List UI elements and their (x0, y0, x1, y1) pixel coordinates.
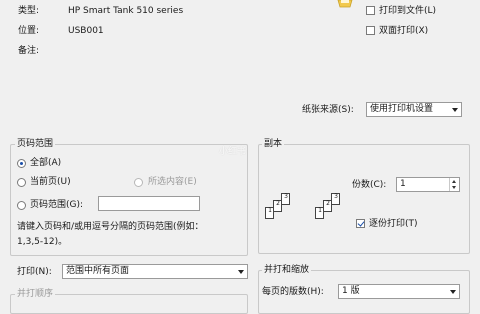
print-to-file-label: 打印到文件(L) (379, 6, 437, 16)
chevron-down-icon (449, 103, 461, 116)
print-order-title: 并打顺序 (15, 288, 56, 300)
collate-page-icon: 1 (315, 207, 324, 219)
printer-type-label: 类型: (18, 6, 40, 16)
collate-page-icon: 3 (331, 193, 340, 205)
printer-location-label: 位置: (18, 26, 40, 36)
page-range-hint-line1: 请键入页码和/或用逗号分隔的页码范围(例如： (17, 222, 204, 232)
page-range-all-radio[interactable] (17, 159, 26, 168)
printer-comment-label: 备注: (18, 46, 40, 56)
pages-per-sheet-select[interactable]: 1 版 (338, 284, 460, 299)
printer-type-value: HP Smart Tank 510 series (68, 6, 184, 16)
duplex-checkbox[interactable] (366, 26, 375, 35)
copies-count-input[interactable]: 1 (396, 177, 460, 192)
page-range-all-label: 全部(A) (30, 158, 62, 168)
page-range-input[interactable] (98, 196, 200, 211)
printer-location-value: USB001 (68, 26, 104, 36)
page-range-hint-line2: 1,3,5-12)。 (17, 237, 68, 247)
print-what-label: 打印(N): (17, 267, 52, 277)
paper-source-select[interactable]: 使用打印机设置 (366, 102, 462, 117)
watermark: 小红书 (219, 147, 247, 157)
collate-page-icon: 1 (265, 207, 274, 219)
collate-page-icon: 3 (281, 193, 290, 205)
page-range-selection-label: 所选内容(E) (148, 177, 197, 187)
copies-title: 副本 (262, 138, 285, 150)
spinner-arrows-icon[interactable] (449, 178, 459, 191)
page-range-pages-label: 页码范围(G): (30, 200, 84, 210)
zoom-title: 并打和缩放 (262, 264, 312, 276)
page-range-title: 页码范围 (15, 138, 56, 150)
print-to-file-checkbox[interactable] (366, 6, 375, 15)
collate-checkbox[interactable] (356, 219, 365, 228)
pages-per-sheet-label: 每页的版数(H): (262, 287, 324, 297)
page-range-current-radio[interactable] (17, 178, 26, 187)
print-what-select[interactable]: 范围中所有页面 (62, 264, 248, 279)
page-range-current-label: 当前页(U) (30, 177, 71, 187)
copies-count-label: 份数(C): (352, 180, 387, 190)
paper-source-label: 纸张来源(S): (302, 105, 354, 115)
collate-page-icon: 2 (323, 200, 332, 212)
chevron-down-icon (447, 285, 459, 298)
printer-icon (336, 0, 354, 9)
collate-label: 逐份打印(T) (369, 219, 418, 229)
chevron-down-icon (235, 265, 247, 278)
page-range-pages-radio[interactable] (17, 201, 26, 210)
collate-page-icon: 2 (273, 200, 282, 212)
page-range-selection-radio[interactable] (134, 178, 143, 187)
duplex-label: 双面打印(X) (379, 26, 429, 36)
